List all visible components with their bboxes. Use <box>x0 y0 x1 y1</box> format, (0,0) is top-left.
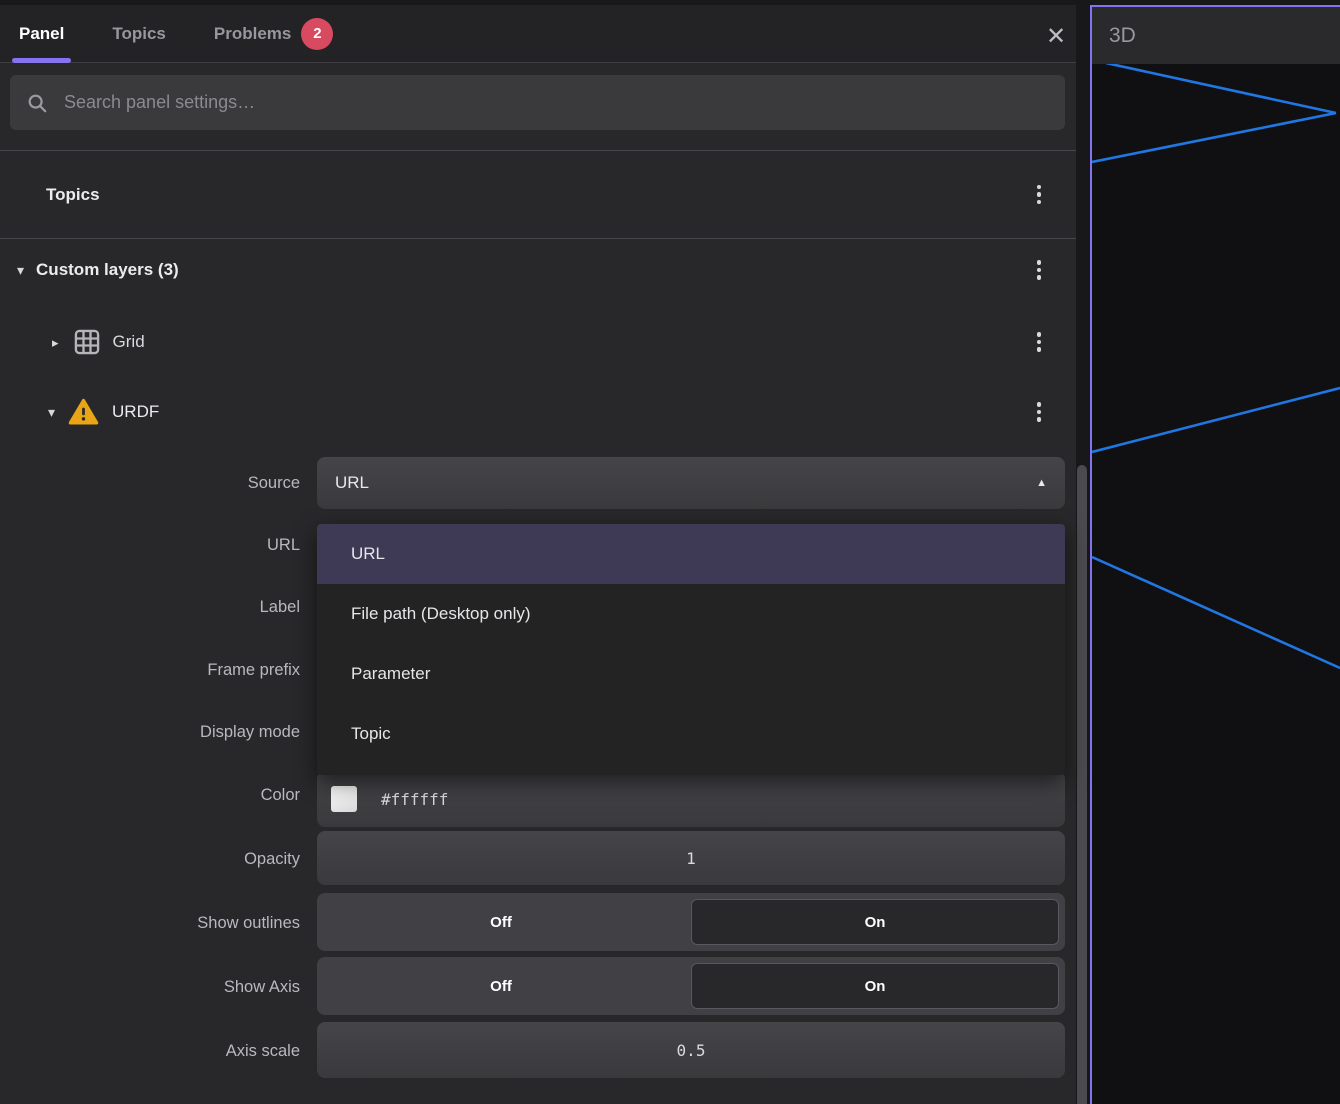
active-tab-underline <box>12 58 72 63</box>
color-field[interactable]: #ffffff <box>317 771 1065 827</box>
layer-urdf-menu-icon[interactable] <box>1031 401 1047 423</box>
settings-tabbar: Panel Topics Problems 2 ✕ <box>0 5 1076 63</box>
url-label: URL <box>266 536 300 554</box>
layer-urdf-label: URDF <box>112 402 160 421</box>
axis-scale-label: Axis scale <box>225 1042 300 1060</box>
app-screen: Panel Topics Problems 2 ✕ Topics <box>0 0 1340 1104</box>
chevron-up-icon: ▲ <box>1036 477 1047 489</box>
3d-grid-lines <box>1092 64 1340 670</box>
show-outlines-label: Show outlines <box>197 914 300 932</box>
tab-problems[interactable]: Problems 2 <box>207 5 340 62</box>
search-icon <box>28 94 47 112</box>
settings-scrollbar-thumb[interactable] <box>1077 465 1087 1104</box>
layer-row-grid[interactable]: ▸ Grid <box>0 313 1076 371</box>
tab-problems-label: Problems <box>213 23 292 43</box>
custom-layers-header[interactable]: ▾ Custom layers (3) <box>0 239 1076 301</box>
dropdown-option-parameter[interactable]: Parameter <box>317 644 1065 704</box>
opacity-label: Opacity <box>244 850 300 868</box>
show-outlines-on-label: On <box>864 913 886 931</box>
dropdown-option-file-path[interactable]: File path (Desktop only) <box>317 584 1065 644</box>
3d-viewport[interactable] <box>1092 64 1340 1104</box>
chevron-down-icon[interactable]: ▾ <box>17 263 24 277</box>
warning-icon <box>68 398 99 425</box>
show-outlines-off-button[interactable]: Off <box>317 893 685 951</box>
custom-layers-menu-icon[interactable] <box>1031 259 1047 281</box>
chevron-down-icon[interactable]: ▾ <box>48 405 55 419</box>
frame-prefix-label: Frame prefix <box>207 661 300 679</box>
show-outlines-toggle: Off On <box>317 893 1065 951</box>
opacity-input[interactable]: 1 <box>317 831 1065 885</box>
show-axis-toggle: Off On <box>317 957 1065 1015</box>
show-axis-on-button[interactable]: On <box>685 957 1065 1015</box>
problems-count-badge: 2 <box>301 17 334 50</box>
topics-section-header[interactable]: Topics <box>0 151 1076 238</box>
panel-3d-title: 3D <box>1109 23 1136 47</box>
show-outlines-on-button[interactable]: On <box>685 893 1065 951</box>
tab-panel[interactable]: Panel <box>12 5 72 63</box>
panel-settings-sidebar: Panel Topics Problems 2 ✕ Topics <box>0 5 1076 1104</box>
grid-icon <box>74 329 99 355</box>
source-label: Source <box>247 474 300 492</box>
axis-scale-value: 0.5 <box>676 1040 706 1060</box>
dropdown-option-label: Topic <box>351 724 391 743</box>
layer-grid-menu-icon[interactable] <box>1031 331 1047 353</box>
layer-row-urdf[interactable]: ▾ URDF <box>0 383 1076 441</box>
color-label: Color <box>260 786 300 804</box>
topics-section-title: Topics <box>46 184 100 204</box>
dropdown-option-label: URL <box>351 544 386 563</box>
dropdown-option-url[interactable]: URL <box>317 524 1065 584</box>
custom-layers-title: Custom layers (3) <box>36 260 179 279</box>
topics-menu-icon[interactable] <box>1031 184 1047 206</box>
dropdown-option-label: Parameter <box>351 664 431 683</box>
show-axis-off-button[interactable]: Off <box>317 957 685 1015</box>
panel-3d: 3D <box>1090 5 1340 1104</box>
source-dropdown-menu: URL File path (Desktop only) Parameter T… <box>317 524 1065 775</box>
label-field-label: Label <box>259 598 300 616</box>
close-icon[interactable]: ✕ <box>1042 23 1070 51</box>
source-select[interactable]: URL ▲ <box>317 457 1065 509</box>
dropdown-option-label: File path (Desktop only) <box>351 604 531 623</box>
source-select-value: URL <box>335 473 370 492</box>
panel-3d-header[interactable]: 3D <box>1092 7 1340 64</box>
color-value: #ffffff <box>381 789 449 809</box>
show-outlines-off-label: Off <box>490 913 512 931</box>
layer-grid-label: Grid <box>112 332 145 351</box>
search-input[interactable] <box>64 92 1049 113</box>
dropdown-option-topic[interactable]: Topic <box>317 704 1065 764</box>
show-axis-label: Show Axis <box>223 978 300 996</box>
tab-panel-label: Panel <box>19 23 65 43</box>
search-box <box>10 75 1065 130</box>
display-mode-label: Display mode <box>200 723 300 741</box>
show-axis-on-label: On <box>864 977 886 995</box>
show-axis-off-label: Off <box>490 977 512 995</box>
color-swatch[interactable] <box>331 786 357 812</box>
tab-topics[interactable]: Topics <box>105 5 173 62</box>
opacity-value: 1 <box>686 848 696 868</box>
tab-topics-label: Topics <box>112 23 166 43</box>
axis-scale-input[interactable]: 0.5 <box>317 1022 1065 1078</box>
chevron-right-icon[interactable]: ▸ <box>52 336 59 349</box>
